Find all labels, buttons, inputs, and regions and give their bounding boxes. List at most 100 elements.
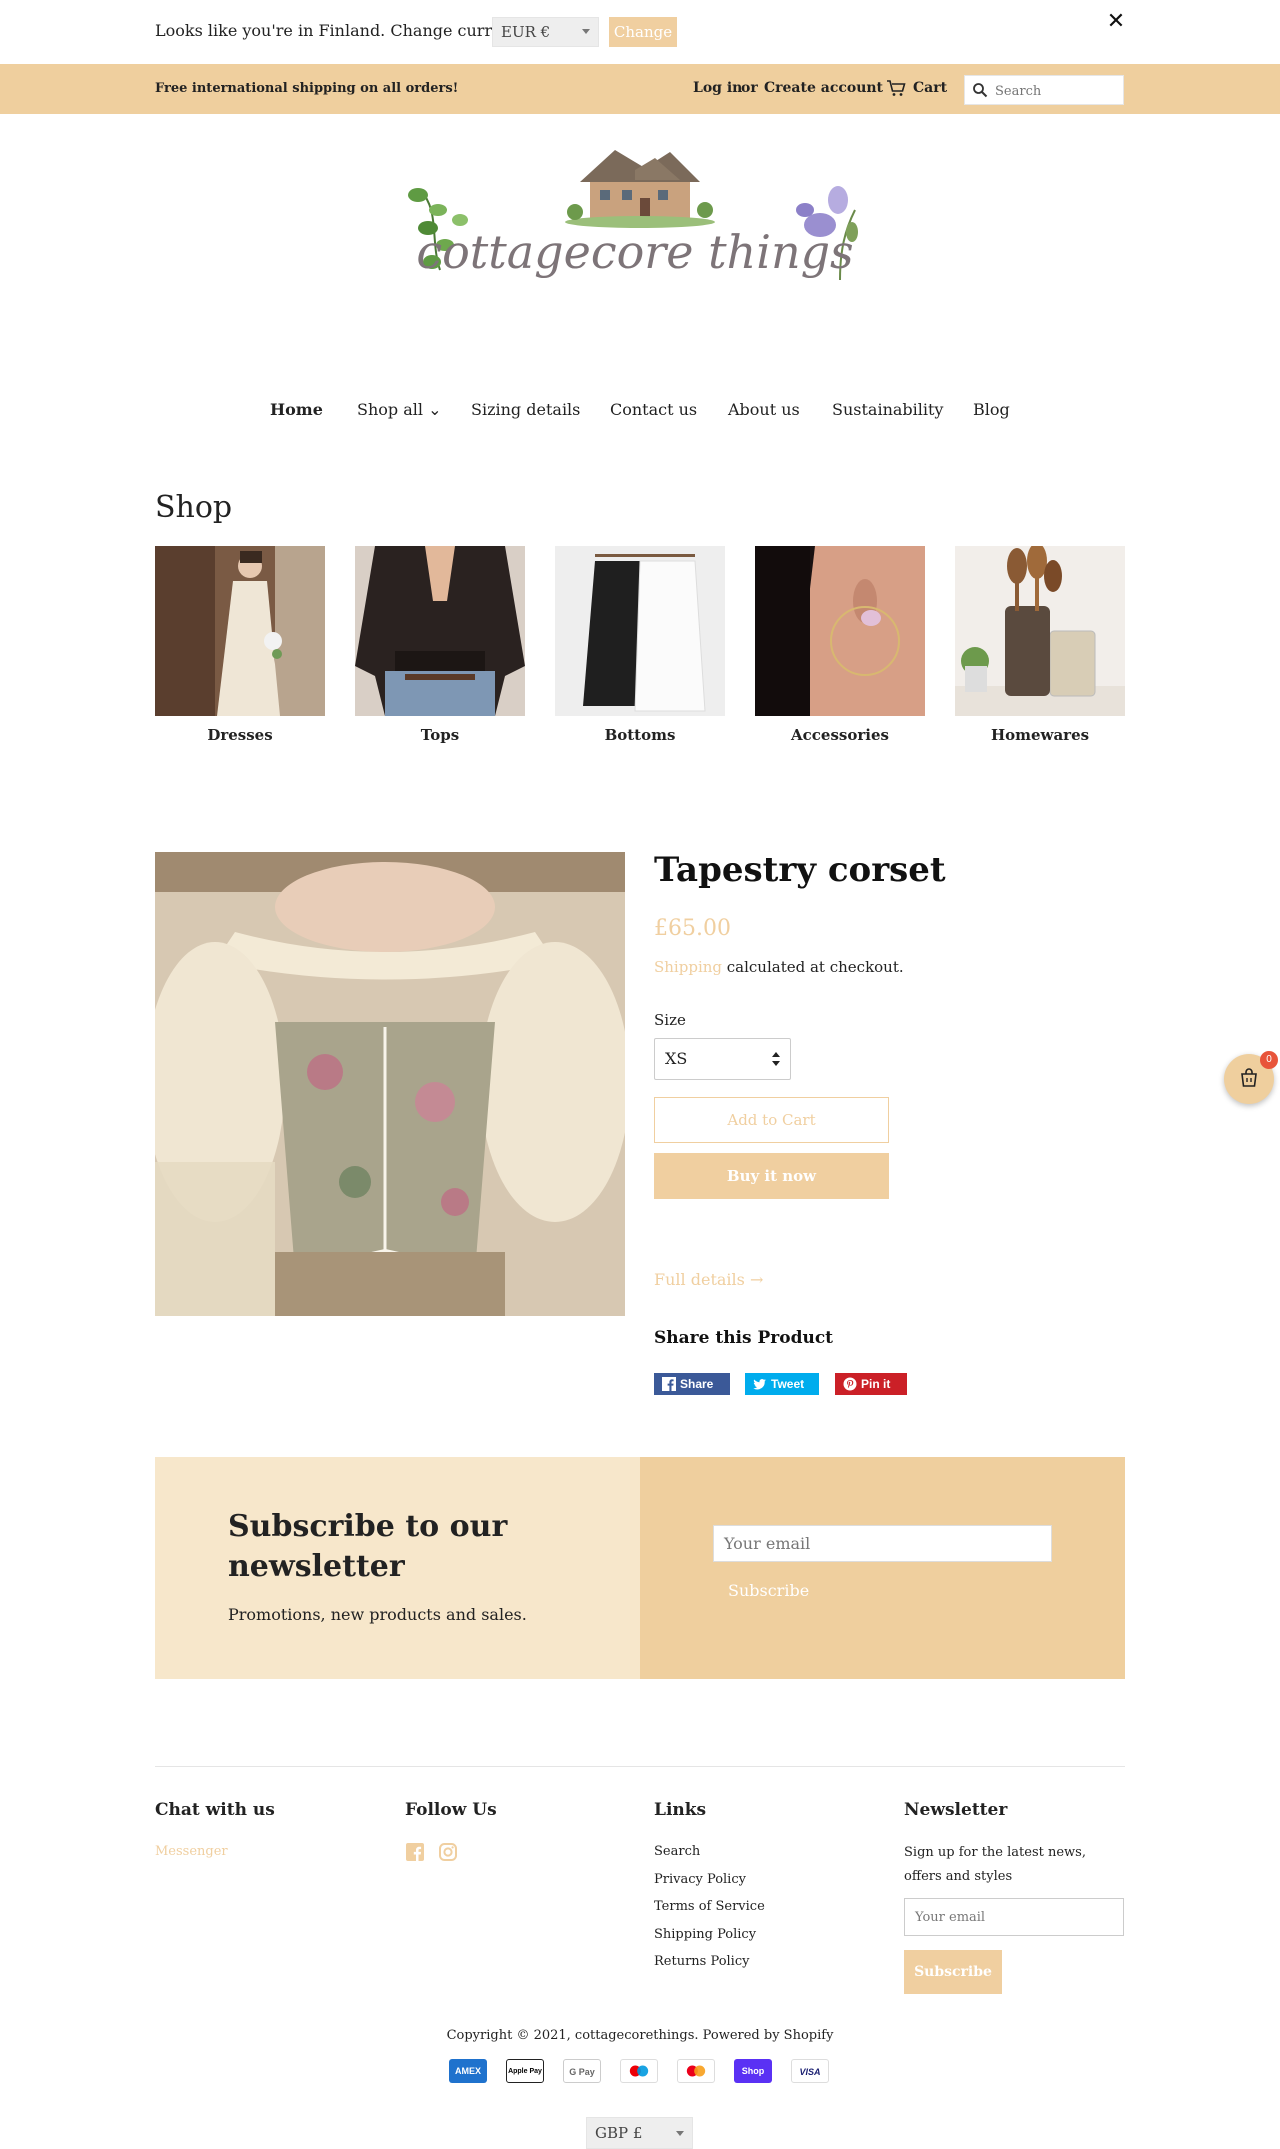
amex-icon: AMEX (449, 2059, 487, 2083)
newsletter-info: Subscribe to our newsletter Promotions, … (155, 1457, 640, 1679)
caret-down-icon (582, 29, 590, 34)
product-price: £65.00 (654, 916, 731, 941)
share-twitter-button[interactable]: Tweet (745, 1373, 819, 1395)
facebook-icon[interactable] (405, 1842, 425, 1862)
footer-link-terms-of-service[interactable]: Terms of Service (654, 1899, 765, 1914)
announcement-message: Free international shipping on all order… (155, 81, 459, 96)
messenger-link[interactable]: Messenger (155, 1844, 228, 1859)
category-label[interactable]: Dresses (155, 726, 325, 744)
shipping-link[interactable]: Shipping (654, 958, 722, 976)
newsletter-form: Your email Subscribe (640, 1457, 1125, 1679)
facebook-icon (662, 1377, 676, 1391)
share-pinterest-button[interactable]: Pin it (835, 1373, 907, 1395)
caret-down-icon (676, 2131, 684, 2136)
nav-sustainability[interactable]: Sustainability (832, 400, 943, 419)
footer-follow-heading: Follow Us (405, 1800, 497, 1820)
nav-home[interactable]: Home (270, 400, 323, 419)
newsletter-title: Subscribe to our newsletter (228, 1509, 508, 1584)
pinterest-icon (843, 1377, 857, 1391)
tops-image[interactable] (355, 546, 525, 716)
full-details-link[interactable]: Full details → (654, 1270, 763, 1289)
accessories-image[interactable] (755, 546, 925, 716)
cart-icon[interactable] (886, 79, 906, 97)
size-label: Size (654, 1011, 686, 1029)
share-facebook-label: Share (680, 1377, 714, 1391)
footer-divider (155, 1766, 1125, 1767)
create-account-link[interactable]: Create account (764, 80, 883, 96)
bottoms-image[interactable] (555, 546, 725, 716)
category-homewares[interactable]: Homewares (955, 543, 1125, 752)
share-facebook-button[interactable]: Share (654, 1373, 730, 1395)
nav-about-us[interactable]: About us (728, 400, 800, 419)
product-title: Tapestry corset (654, 850, 946, 890)
copyright-text: Copyright © 2021, cottagecorethings. Pow… (446, 2028, 834, 2043)
or-separator: or (741, 80, 758, 96)
shop-title: Shop (155, 490, 233, 525)
homewares-image[interactable] (955, 543, 1125, 716)
search-icon[interactable] (972, 82, 988, 98)
size-select-value: XS (665, 1049, 688, 1068)
footer-link-privacy-policy[interactable]: Privacy Policy (654, 1872, 746, 1887)
size-select[interactable]: XS (654, 1038, 791, 1080)
visa-icon: VISA (791, 2059, 829, 2083)
instagram-icon[interactable] (438, 1842, 458, 1862)
newsletter-subtitle: Promotions, new products and sales. (228, 1605, 527, 1624)
newsletter-subscribe-button[interactable]: Subscribe (728, 1581, 809, 1600)
mastercard-icon (677, 2059, 715, 2083)
category-dresses[interactable]: Dresses (155, 546, 325, 752)
close-icon[interactable]: ✕ (1104, 10, 1128, 34)
footer-currency-select[interactable]: GBP £ (586, 2117, 693, 2149)
cart-link[interactable]: Cart (913, 80, 947, 96)
shopping-bag-icon (1241, 1068, 1257, 1087)
footer-chat-heading: Chat with us (155, 1800, 275, 1820)
amex-label: AMEX (454, 2066, 481, 2076)
nav-blog[interactable]: Blog (973, 400, 1010, 419)
category-label[interactable]: Tops (355, 726, 525, 744)
category-accessories[interactable]: Accessories (755, 546, 925, 752)
currency-select[interactable]: EUR € (492, 17, 599, 47)
currency-message: Looks like you're in Finland. Change cur… (155, 21, 539, 40)
newsletter-email-input[interactable]: Your email (713, 1525, 1052, 1562)
currency-bar: Looks like you're in Finland. Change cur… (0, 0, 1280, 64)
category-bottoms[interactable]: Bottoms (555, 546, 725, 752)
footer-email-input[interactable]: Your email (904, 1898, 1124, 1936)
google-pay-icon: G Pay (563, 2059, 601, 2083)
google-pay-label: G Pay (569, 2067, 595, 2077)
twitter-icon (753, 1379, 766, 1390)
add-to-cart-button[interactable]: Add to Cart (654, 1097, 889, 1143)
login-link[interactable]: Log in (693, 80, 742, 96)
cart-count-badge: 0 (1260, 1051, 1278, 1069)
logo-text: cottagecore things (416, 225, 853, 279)
category-label[interactable]: Homewares (955, 726, 1125, 744)
apple-pay-icon: Apple Pay (506, 2059, 544, 2083)
footer-link-shipping-policy[interactable]: Shipping Policy (654, 1927, 756, 1942)
product-image[interactable] (155, 852, 625, 1316)
category-tops[interactable]: Tops (355, 546, 525, 752)
buy-now-button[interactable]: Buy it now (654, 1153, 889, 1199)
footer-links-heading: Links (654, 1800, 707, 1820)
shipping-text: calculated at checkout. (722, 958, 904, 976)
change-currency-button[interactable]: Change (609, 17, 677, 47)
visa-label: VISA (799, 2067, 821, 2077)
category-label[interactable]: Bottoms (555, 726, 725, 744)
category-label[interactable]: Accessories (755, 726, 925, 744)
footer-newsletter-heading: Newsletter (904, 1800, 1008, 1820)
dresses-image[interactable] (155, 546, 325, 716)
footer-currency-value: GBP £ (595, 2124, 643, 2142)
footer-link-returns-policy[interactable]: Returns Policy (654, 1954, 749, 1969)
main-nav: Home Shop all ⌄ Sizing details Contact u… (0, 400, 1280, 426)
footer-subscribe-button[interactable]: Subscribe (904, 1950, 1002, 1994)
share-twitter-label: Tweet (771, 1377, 805, 1391)
search-box[interactable] (964, 75, 1124, 105)
footer-newsletter-text: Sign up for the latest news, offers and … (904, 1845, 1086, 1884)
nav-shop-all[interactable]: Shop all ⌄ (357, 400, 442, 419)
apple-pay-label: Apple Pay (508, 2068, 542, 2075)
share-title: Share this Product (654, 1328, 834, 1348)
currency-select-value: EUR € (501, 23, 551, 41)
nav-sizing-details[interactable]: Sizing details (471, 400, 580, 419)
footer-link-search[interactable]: Search (654, 1844, 700, 1859)
nav-contact-us[interactable]: Contact us (610, 400, 697, 419)
site-logo[interactable]: cottagecore things (400, 150, 870, 330)
maestro-icon (620, 2059, 658, 2083)
search-input[interactable] (995, 81, 1115, 101)
